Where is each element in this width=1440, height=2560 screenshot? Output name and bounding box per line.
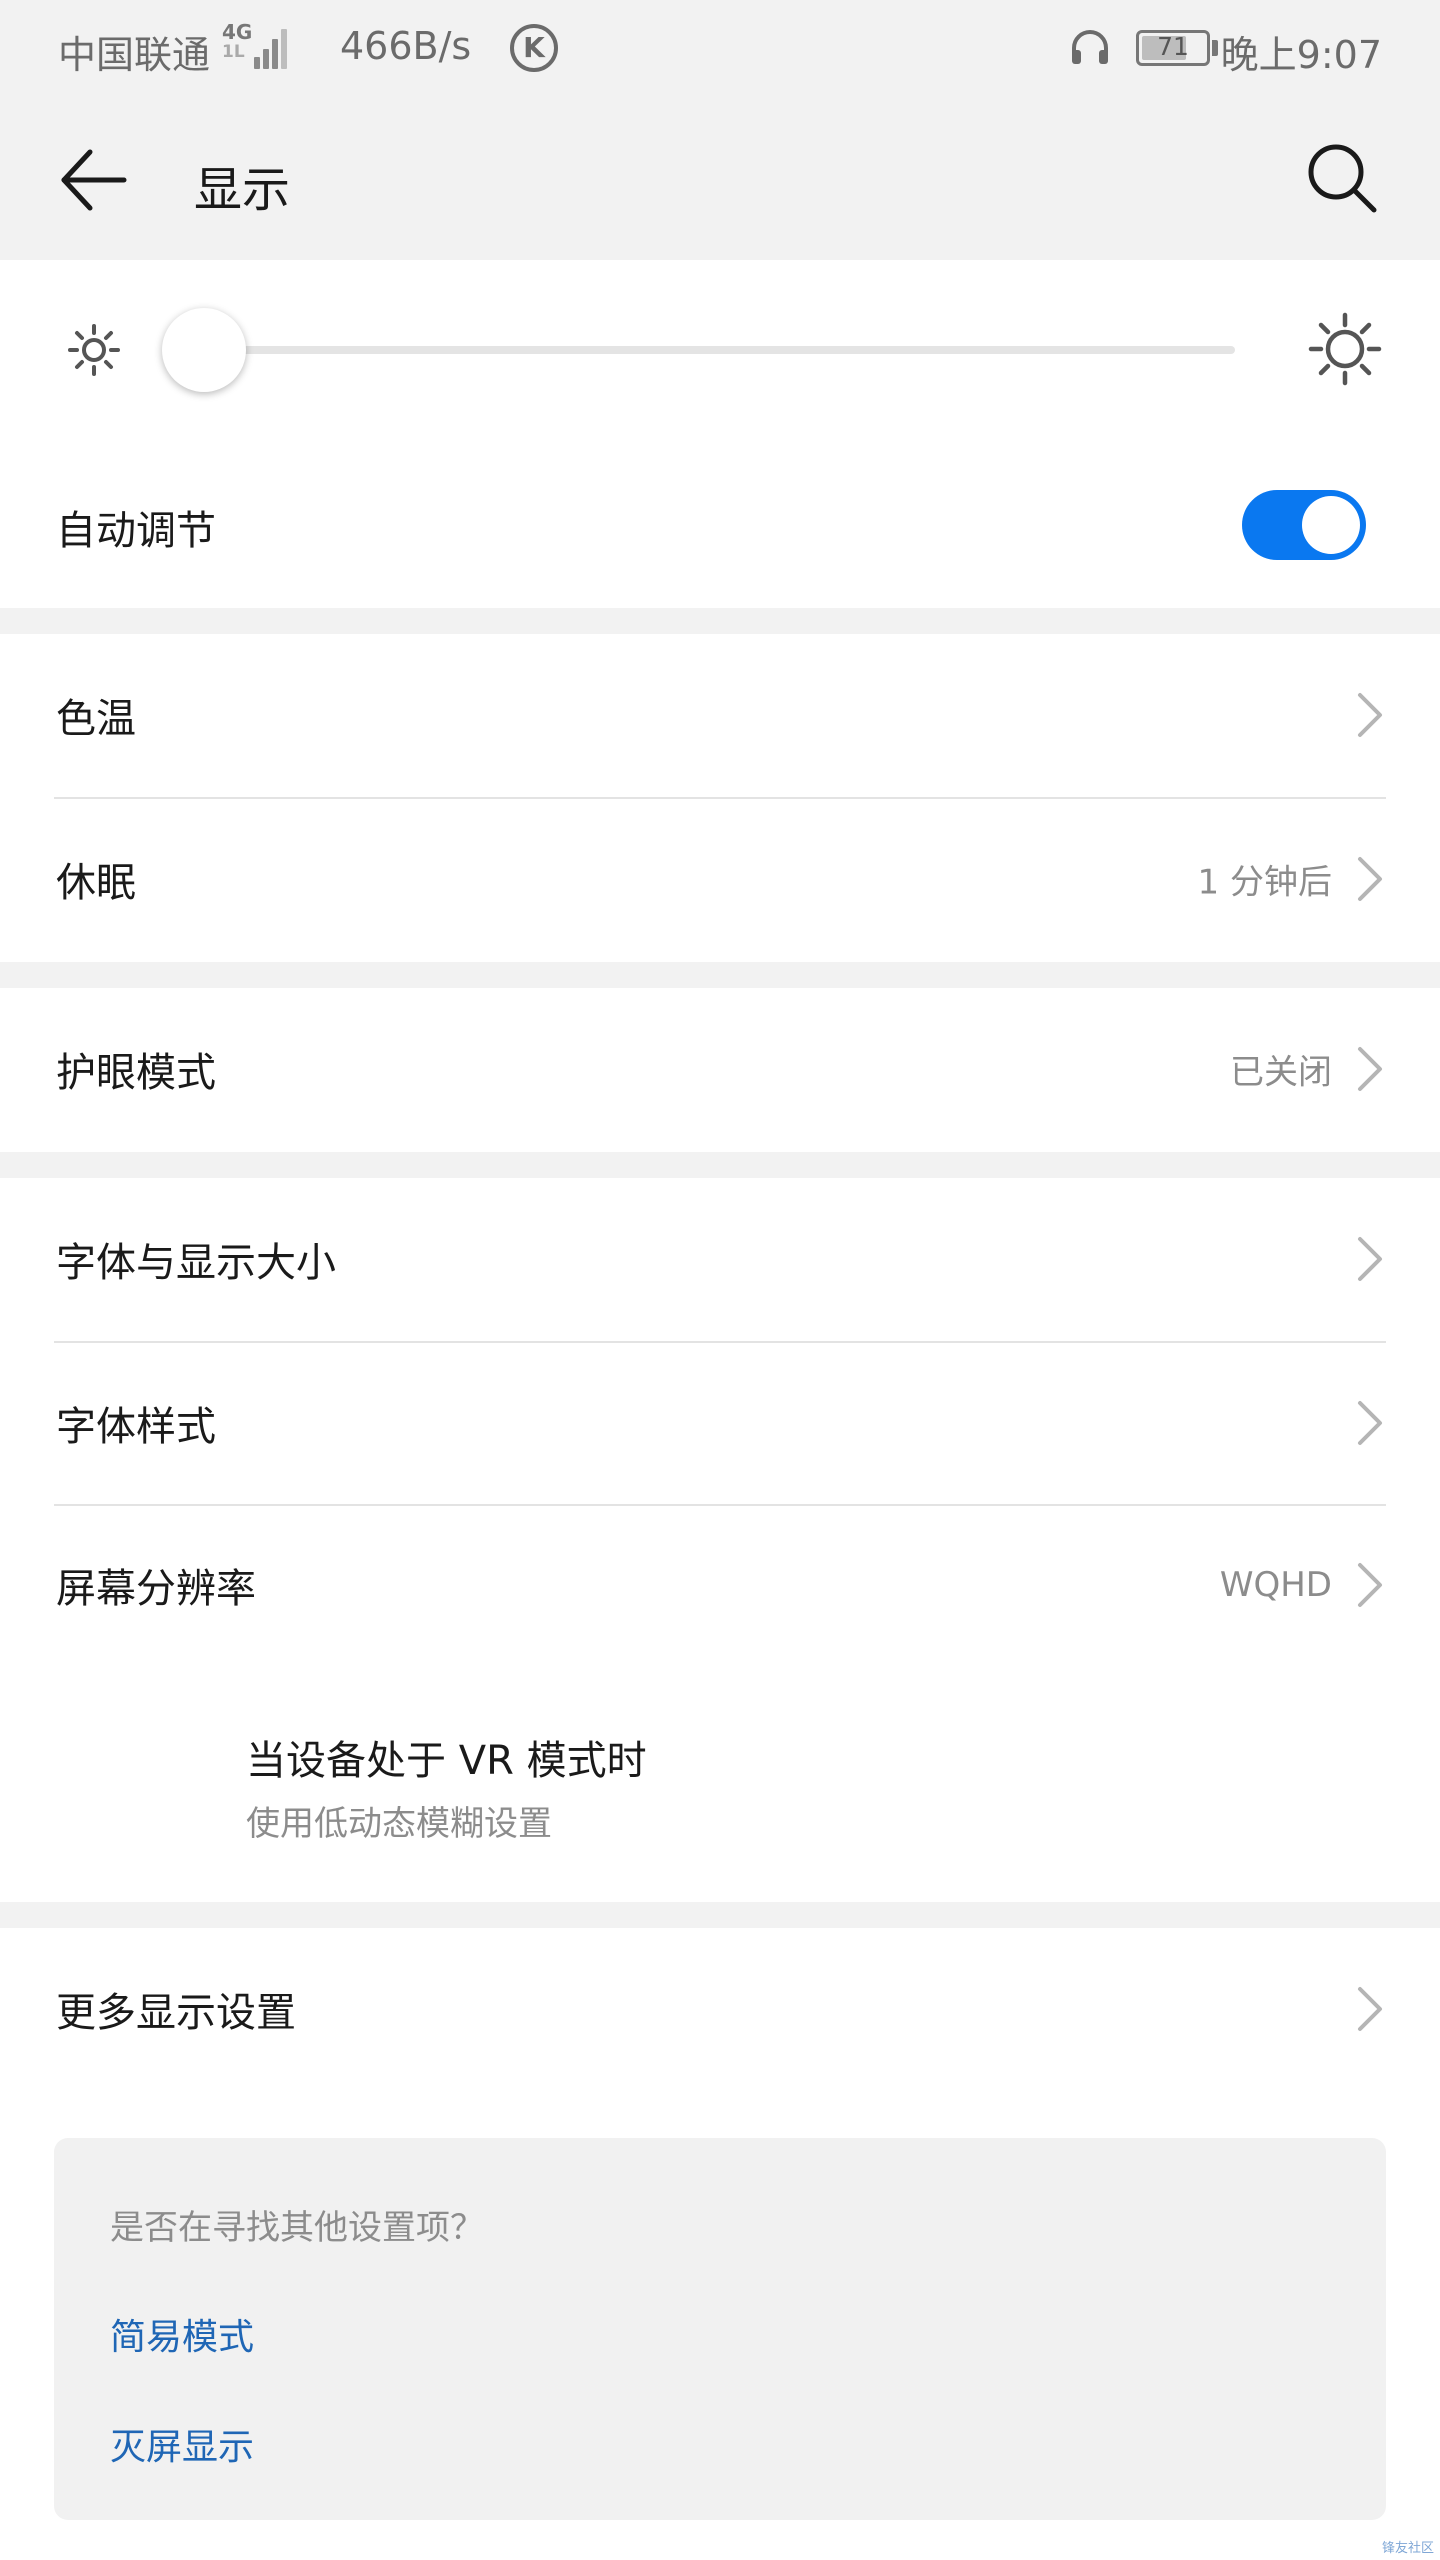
vr-mode-subtitle: 使用低动态模糊设置	[246, 1804, 552, 1844]
watermark: 锋友社区	[1381, 2541, 1434, 2556]
signal-icon	[246, 25, 290, 69]
sleep-value: 1 分钟后	[1197, 862, 1332, 903]
net-speed: 466B/s	[340, 24, 472, 68]
eye-comfort-card: 护眼模式 已关闭	[0, 988, 1440, 1152]
sleep-row[interactable]: 休眠 1 分钟后	[0, 798, 1440, 960]
chevron-right-icon	[1358, 1987, 1382, 2031]
arrow-left-icon	[61, 149, 127, 211]
battery-tip	[1212, 40, 1218, 56]
headset-icon	[1072, 30, 1108, 64]
status-bar: 中国联通 4G 1L 466B/s K 71 晚上9:07	[0, 0, 1440, 98]
display-settings-screen: 中国联通 4G 1L 466B/s K 71 晚上9:07 显示 自动调节 色温…	[0, 0, 1440, 2560]
chevron-right-icon	[1358, 1047, 1382, 1091]
font-display-card: 字体与显示大小 字体样式 屏幕分辨率 WQHD	[0, 1178, 1440, 1902]
color-temp-row[interactable]: 色温	[0, 634, 1440, 796]
color-temp-label: 色温	[56, 696, 136, 742]
auto-adjust-toggle[interactable]	[1242, 490, 1366, 560]
suggestions-question: 是否在寻找其他设置项？	[110, 2208, 484, 2248]
suggestions-box: 是否在寻找其他设置项？ 简易模式 灭屏显示	[54, 2138, 1386, 2520]
page-title: 显示	[194, 162, 291, 218]
chevron-right-icon	[1358, 693, 1382, 737]
color-sleep-card: 色温 休眠 1 分钟后	[0, 634, 1440, 962]
search-icon	[1308, 144, 1377, 213]
clock: 晚上9:07	[1220, 33, 1382, 77]
simple-mode-link[interactable]: 简易模式	[110, 2308, 254, 2360]
auto-adjust-label: 自动调节	[56, 508, 216, 554]
app-header: 显示	[0, 98, 1440, 260]
brightness-slider-thumb[interactable]	[162, 308, 246, 392]
resolution-label: 屏幕分辨率	[56, 1566, 256, 1612]
font-style-label: 字体样式	[56, 1404, 216, 1450]
auto-adjust-row[interactable]: 自动调节	[0, 446, 1440, 608]
screen-off-display-link[interactable]: 灭屏显示	[110, 2418, 254, 2470]
more-display-settings-row[interactable]: 更多显示设置	[0, 1928, 1440, 2090]
eye-comfort-row[interactable]: 护眼模式 已关闭	[0, 988, 1440, 1150]
battery-icon: 71	[1136, 30, 1210, 66]
eye-comfort-value: 已关闭	[1230, 1052, 1332, 1093]
back-button[interactable]	[56, 142, 132, 218]
chevron-right-icon	[1358, 1563, 1382, 1607]
sun-small-icon	[68, 324, 120, 376]
more-display-settings-label: 更多显示设置	[56, 1990, 296, 2036]
chevron-right-icon	[1358, 1237, 1382, 1281]
font-style-row[interactable]: 字体样式	[0, 1342, 1440, 1504]
chevron-right-icon	[1358, 1401, 1382, 1445]
font-size-label: 字体与显示大小	[56, 1240, 336, 1286]
sleep-label: 休眠	[56, 860, 136, 906]
sun-large-icon	[1308, 312, 1382, 386]
font-size-row[interactable]: 字体与显示大小	[0, 1178, 1440, 1340]
search-button[interactable]	[1302, 138, 1382, 218]
resolution-row[interactable]: 屏幕分辨率 WQHD	[0, 1504, 1440, 1666]
resolution-value: WQHD	[1219, 1565, 1332, 1605]
chevron-right-icon	[1358, 857, 1382, 901]
vr-mode-title: 当设备处于 VR 模式时	[246, 1738, 647, 1784]
carrier-name: 中国联通	[58, 33, 211, 77]
eye-comfort-label: 护眼模式	[56, 1050, 216, 1096]
battery-level: 71	[1157, 32, 1189, 61]
toggle-knob	[1302, 496, 1360, 554]
brightness-track[interactable]	[203, 346, 1235, 354]
k-app-icon: K	[510, 24, 558, 72]
